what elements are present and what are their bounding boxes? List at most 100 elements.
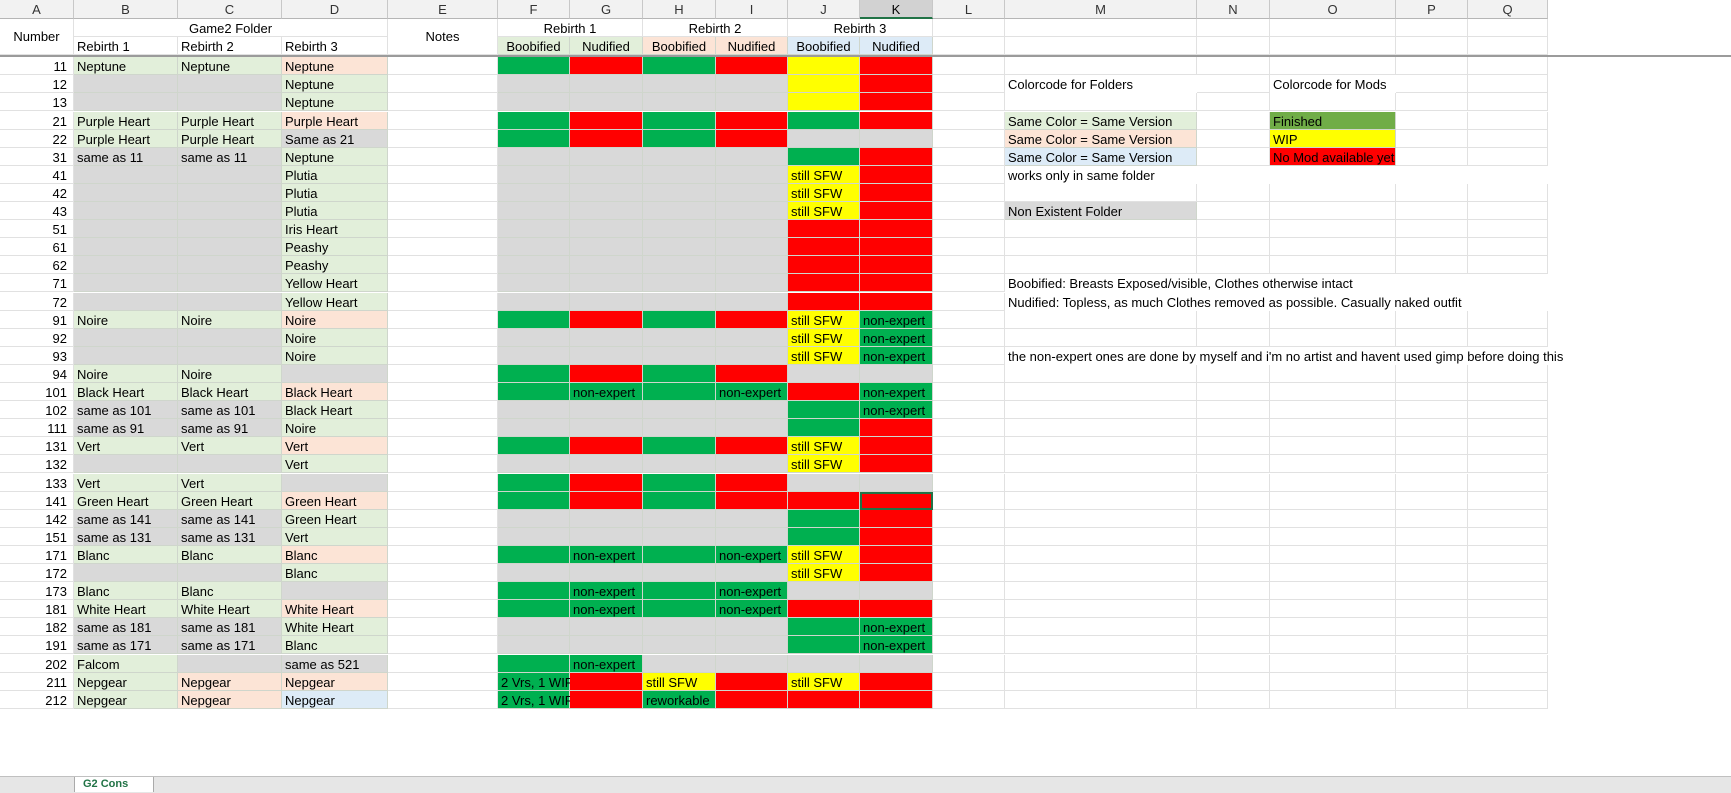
empty-cell[interactable] <box>1005 672 1197 691</box>
folder-rebirth1-cell[interactable] <box>74 564 178 583</box>
empty-cell[interactable] <box>1197 509 1270 528</box>
empty-cell[interactable] <box>1197 129 1270 148</box>
mod-status-i-cell[interactable] <box>716 509 788 528</box>
notes-cell[interactable] <box>388 654 498 673</box>
mod-status-j-cell[interactable] <box>788 383 860 402</box>
empty-cell[interactable] <box>1468 111 1548 130</box>
empty-cell[interactable] <box>1396 328 1468 347</box>
folder-rebirth3-cell[interactable]: Green Heart <box>282 509 388 528</box>
mod-status-j-cell[interactable]: still SFW <box>788 437 860 456</box>
folder-rebirth1-cell[interactable] <box>74 292 178 311</box>
empty-cell[interactable] <box>1270 545 1396 564</box>
notes-cell[interactable] <box>388 509 498 528</box>
empty-cell[interactable] <box>1468 419 1548 438</box>
empty-cell[interactable] <box>933 129 1005 148</box>
empty-cell[interactable] <box>933 328 1005 347</box>
mod-status-g-cell[interactable] <box>570 256 643 275</box>
empty-cell[interactable] <box>1270 509 1396 528</box>
empty-cell[interactable] <box>1396 527 1468 546</box>
mod-status-g-cell[interactable]: non-expert <box>570 545 643 564</box>
mod-status-f-cell[interactable] <box>498 527 570 546</box>
empty-cell[interactable] <box>1468 401 1548 420</box>
empty-cell[interactable] <box>1197 491 1270 510</box>
folder-rebirth3-cell[interactable]: Yellow Heart <box>282 274 388 293</box>
mod-status-g-cell[interactable] <box>570 220 643 239</box>
row-number[interactable]: 12 <box>0 75 74 94</box>
mod-status-j-cell[interactable] <box>788 582 860 601</box>
mod-status-j-cell[interactable]: still SFW <box>788 672 860 691</box>
folder-rebirth2-cell[interactable] <box>178 292 282 311</box>
empty-cell[interactable] <box>1396 256 1468 275</box>
empty-cell[interactable] <box>1270 310 1396 329</box>
empty-cell[interactable] <box>1270 618 1396 637</box>
notes-cell[interactable] <box>388 383 498 402</box>
mod-status-k-cell[interactable] <box>860 509 933 528</box>
mod-status-k-cell[interactable] <box>860 129 933 148</box>
folder-rebirth3-cell[interactable]: Plutia <box>282 183 388 202</box>
empty-cell[interactable] <box>1396 690 1468 709</box>
empty-cell[interactable] <box>1468 383 1548 402</box>
empty-cell[interactable] <box>1468 527 1548 546</box>
folder-rebirth1-cell[interactable]: Purple Heart <box>74 129 178 148</box>
empty-cell[interactable] <box>933 654 1005 673</box>
column-header-d[interactable]: D <box>282 0 388 19</box>
mod-status-g-cell[interactable] <box>570 346 643 365</box>
mod-status-j-cell[interactable]: still SFW <box>788 328 860 347</box>
mod-status-k-cell[interactable] <box>860 183 933 202</box>
folder-rebirth3-cell[interactable]: White Heart <box>282 618 388 637</box>
notes-cell[interactable] <box>388 111 498 130</box>
empty-cell[interactable] <box>933 491 1005 510</box>
mod-status-k-cell[interactable] <box>860 545 933 564</box>
folder-rebirth2-cell[interactable]: same as 171 <box>178 636 282 655</box>
empty-cell[interactable] <box>1197 564 1270 583</box>
row-number[interactable]: 151 <box>0 527 74 546</box>
folder-rebirth1-cell[interactable] <box>74 455 178 474</box>
mod-status-g-cell[interactable] <box>570 455 643 474</box>
column-header-c[interactable]: C <box>178 0 282 19</box>
empty-cell[interactable] <box>933 93 1005 112</box>
mod-status-f-cell[interactable] <box>498 93 570 112</box>
row-number[interactable]: 191 <box>0 636 74 655</box>
empty-cell[interactable] <box>1005 582 1197 601</box>
empty-cell[interactable] <box>1005 401 1197 420</box>
mod-status-k-cell[interactable] <box>860 238 933 257</box>
notes-cell[interactable] <box>388 636 498 655</box>
notes-cell[interactable] <box>388 310 498 329</box>
empty-cell[interactable] <box>1270 690 1396 709</box>
mod-status-h-cell[interactable] <box>643 618 716 637</box>
empty-cell[interactable] <box>1468 455 1548 474</box>
mod-status-f-cell[interactable] <box>498 564 570 583</box>
mod-status-g-cell[interactable] <box>570 328 643 347</box>
folder-rebirth1-cell[interactable]: Noire <box>74 364 178 383</box>
empty-cell[interactable] <box>1197 220 1270 239</box>
folder-rebirth3-cell[interactable]: Blanc <box>282 564 388 583</box>
empty-cell[interactable] <box>933 509 1005 528</box>
folder-rebirth2-cell[interactable] <box>178 564 282 583</box>
mod-status-g-cell[interactable] <box>570 364 643 383</box>
mod-status-i-cell[interactable] <box>716 636 788 655</box>
mod-status-j-cell[interactable] <box>788 491 860 510</box>
folder-rebirth2-cell[interactable]: Purple Heart <box>178 111 282 130</box>
mod-status-g-cell[interactable] <box>570 93 643 112</box>
empty-cell[interactable] <box>933 183 1005 202</box>
notes-cell[interactable] <box>388 165 498 184</box>
empty-cell[interactable] <box>1197 672 1270 691</box>
empty-cell[interactable] <box>1197 37 1270 56</box>
mod-status-k-cell[interactable] <box>860 220 933 239</box>
empty-cell[interactable] <box>1197 75 1270 94</box>
empty-cell[interactable] <box>1005 57 1197 76</box>
mod-status-g-cell[interactable] <box>570 437 643 456</box>
row-number[interactable]: 141 <box>0 491 74 510</box>
row-number[interactable]: 171 <box>0 545 74 564</box>
mod-status-f-cell[interactable] <box>498 491 570 510</box>
mod-status-k-cell[interactable] <box>860 364 933 383</box>
folder-rebirth3-cell[interactable]: Purple Heart <box>282 111 388 130</box>
empty-cell[interactable] <box>933 527 1005 546</box>
folder-rebirth3-cell[interactable]: Blanc <box>282 636 388 655</box>
mod-status-h-cell[interactable] <box>643 75 716 94</box>
mod-status-g-cell[interactable] <box>570 491 643 510</box>
mod-status-g-cell[interactable] <box>570 147 643 166</box>
mod-status-h-cell[interactable] <box>643 346 716 365</box>
notes-cell[interactable] <box>388 600 498 619</box>
empty-cell[interactable] <box>933 238 1005 257</box>
